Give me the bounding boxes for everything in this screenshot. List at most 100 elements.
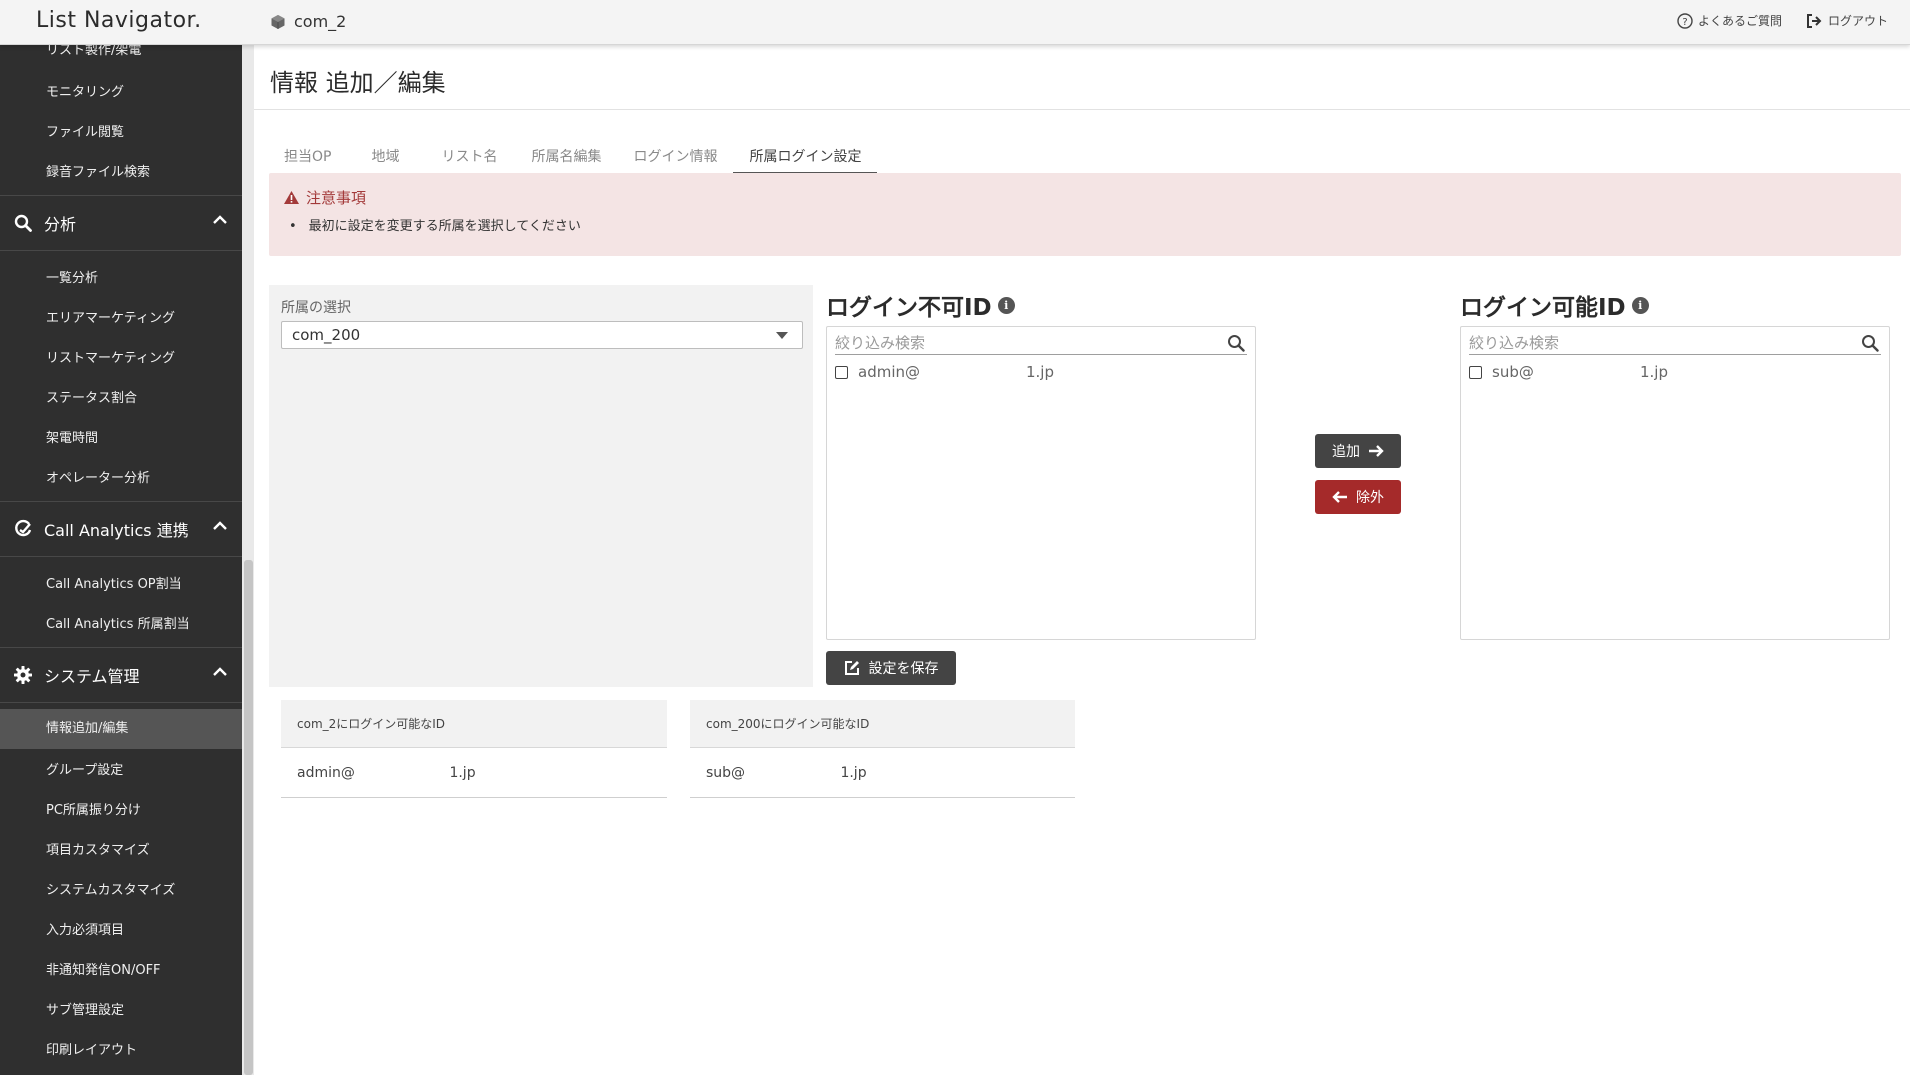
- table-row: admin@ 1.jp: [281, 748, 667, 798]
- user-id: sub@: [1492, 363, 1534, 381]
- app-logo[interactable]: List Navigator.: [36, 8, 202, 33]
- user-domain: 1.jp: [1026, 363, 1055, 381]
- sidebar-item-sub-admin[interactable]: サブ管理設定: [46, 999, 124, 1018]
- search-icon: [12, 212, 34, 234]
- info-icon[interactable]: i: [1631, 296, 1649, 314]
- add-button-label: 追加: [1332, 444, 1360, 460]
- sidebar-item-file-browse[interactable]: ファイル閲覧: [46, 121, 124, 140]
- sidebar-section-system-admin[interactable]: システム管理: [0, 647, 242, 703]
- chevron-up-icon[interactable]: [212, 214, 228, 226]
- faq-link[interactable]: ? よくあるご質問: [1677, 12, 1782, 29]
- sidebar-item-status-ratio[interactable]: ステータス割合: [46, 387, 137, 406]
- list-item[interactable]: admin@ 1.jp: [835, 363, 1054, 381]
- cube-icon: [271, 14, 285, 29]
- section-label-analysis: 分析: [44, 215, 77, 234]
- tab-operator[interactable]: 担当OP: [268, 140, 347, 174]
- logout-label: ログアウト: [1827, 14, 1888, 28]
- sidebar-item-print-layout[interactable]: 印刷レイアウト: [46, 1039, 137, 1058]
- svg-text:?: ?: [1682, 17, 1687, 28]
- page-title: 情報 追加／編集: [270, 69, 446, 97]
- caret-down-icon: [776, 332, 788, 339]
- sidebar: リスト製作/架電 モニタリング ファイル閲覧 録音ファイル検索 分析 一覧分析 …: [0, 45, 242, 1075]
- save-settings-button[interactable]: 設定を保存: [826, 651, 956, 685]
- login-denied-title: ログイン不可ID i: [826, 288, 1015, 322]
- affiliation-select-label: 所属の選択: [281, 300, 351, 316]
- sidebar-item-ca-affiliation-assign[interactable]: Call Analytics 所属割当: [46, 613, 190, 632]
- sidebar-item-list-call[interactable]: リスト製作/架電: [46, 45, 141, 58]
- user-domain: 1.jp: [1640, 363, 1669, 381]
- sidebar-item-overview-analysis[interactable]: 一覧分析: [46, 267, 98, 286]
- logout-link[interactable]: ログアウト: [1806, 12, 1888, 29]
- checkbox[interactable]: [835, 365, 848, 379]
- login-denied-filter-input[interactable]: 絞り込み検索: [835, 331, 1247, 355]
- warning-icon: [284, 191, 299, 204]
- logout-icon: [1806, 13, 1822, 28]
- gear-icon: [12, 664, 34, 686]
- bullet: •: [289, 219, 297, 234]
- sidebar-item-info-edit[interactable]: 情報追加/編集: [0, 709, 242, 749]
- table-header: com_200にログイン可能なID: [690, 700, 1075, 748]
- remove-button-label: 除外: [1356, 490, 1384, 506]
- alert-title-text: 注意事項: [306, 189, 367, 207]
- add-button[interactable]: 追加: [1315, 434, 1401, 468]
- info-icon[interactable]: i: [997, 296, 1015, 314]
- call-analytics-icon: [12, 518, 34, 540]
- company-indicator: com_2: [270, 12, 346, 31]
- sidebar-item-required-fields[interactable]: 入力必須項目: [46, 919, 124, 938]
- chevron-up-icon[interactable]: [212, 520, 228, 532]
- tab-bar: 担当OP 地域 リスト名 所属名編集 ログイン情報 所属ログイン設定: [268, 140, 878, 174]
- header-links: ? よくあるご質問 ログアウト: [1677, 12, 1888, 29]
- arrow-left-icon: [1332, 491, 1347, 503]
- sidebar-item-call-time[interactable]: 架電時間: [46, 427, 98, 446]
- sidebar-item-recording-search[interactable]: 録音ファイル検索: [46, 161, 150, 180]
- sidebar-item-monitoring[interactable]: モニタリング: [46, 81, 124, 100]
- affiliation-id-table-1: com_2にログイン可能なID admin@ 1.jp: [281, 700, 667, 798]
- edit-icon: [844, 661, 859, 675]
- sidebar-item-hidden-caller[interactable]: 非通知発信ON/OFF: [46, 959, 161, 978]
- arrow-right-icon: [1369, 445, 1384, 457]
- tab-list-name[interactable]: リスト名: [423, 140, 515, 174]
- login-allowed-title: ログイン可能ID i: [1460, 288, 1649, 322]
- tab-login-info[interactable]: ログイン情報: [617, 140, 733, 174]
- affiliation-select-value: com_200: [292, 326, 361, 344]
- affiliation-panel: 所属の選択 com_200: [269, 285, 813, 687]
- question-circle-icon: ?: [1677, 12, 1693, 29]
- divider: [254, 109, 1910, 110]
- alert-title: 注意事項: [283, 187, 366, 208]
- login-allowed-filter-input[interactable]: 絞り込み検索: [1469, 331, 1881, 355]
- list-item[interactable]: sub@ 1.jp: [1469, 363, 1668, 381]
- chevron-up-icon[interactable]: [212, 666, 228, 678]
- filter-placeholder: 絞り込み検索: [835, 334, 926, 352]
- table-header: com_2にログイン可能なID: [281, 700, 667, 748]
- alert-message-text: 最初に設定を変更する所属を選択してください: [308, 219, 581, 234]
- sidebar-section-call-analytics[interactable]: Call Analytics 連携: [0, 501, 242, 557]
- sidebar-item-area-marketing[interactable]: エリアマーケティング: [46, 307, 175, 326]
- affiliation-select[interactable]: com_200: [281, 321, 803, 349]
- sidebar-section-analysis[interactable]: 分析: [0, 195, 242, 251]
- section-label-call-analytics: Call Analytics 連携: [44, 521, 189, 540]
- user-domain: 1.jp: [449, 765, 476, 781]
- sidebar-item-pc-affiliation[interactable]: PC所属振り分け: [46, 799, 141, 818]
- user-id: sub@: [706, 765, 746, 781]
- table-row: sub@ 1.jp: [690, 748, 1075, 798]
- company-name: com_2: [294, 12, 347, 31]
- affiliation-id-table-2: com_200にログイン可能なID sub@ 1.jp: [690, 700, 1075, 798]
- search-icon[interactable]: [1861, 334, 1879, 352]
- tab-region[interactable]: 地域: [347, 140, 423, 174]
- sidebar-item-system-customize[interactable]: システムカスタマイズ: [46, 879, 175, 898]
- sidebar-item-list-marketing[interactable]: リストマーケティング: [46, 347, 175, 366]
- user-id: admin@: [858, 363, 920, 381]
- sidebar-scroll-thumb[interactable]: [244, 560, 253, 1075]
- sidebar-item-ca-op-assign[interactable]: Call Analytics OP割当: [46, 573, 182, 592]
- checkbox[interactable]: [1469, 365, 1482, 379]
- tab-affiliation-name-edit[interactable]: 所属名編集: [515, 140, 617, 174]
- sidebar-item-operator-analysis[interactable]: オペレーター分析: [46, 467, 150, 486]
- login-allowed-list: 絞り込み検索 sub@ 1.jp: [1460, 326, 1890, 640]
- search-icon[interactable]: [1227, 334, 1245, 352]
- tab-affiliation-login[interactable]: 所属ログイン設定: [733, 140, 878, 174]
- login-allowed-title-text: ログイン可能ID: [1460, 295, 1626, 321]
- sidebar-item-group-settings[interactable]: グループ設定: [46, 759, 123, 778]
- sidebar-item-field-customize[interactable]: 項目カスタマイズ: [46, 839, 150, 858]
- remove-button[interactable]: 除外: [1315, 480, 1401, 514]
- login-denied-title-text: ログイン不可ID: [826, 295, 992, 321]
